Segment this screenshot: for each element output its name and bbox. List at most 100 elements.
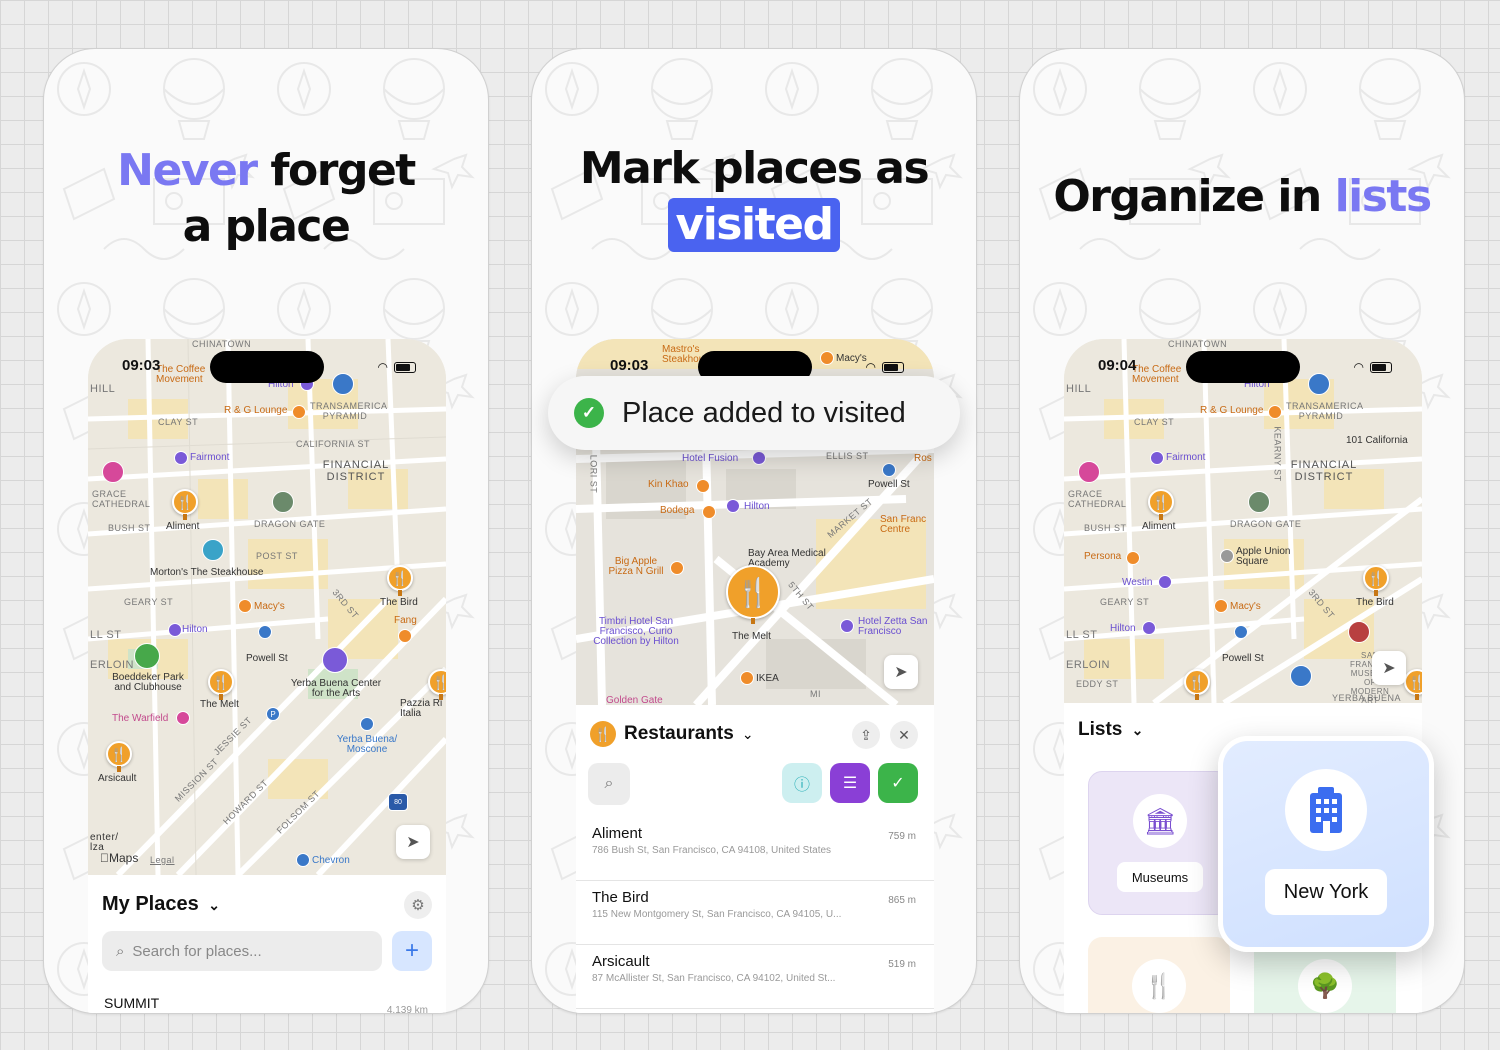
persona-dot[interactable] [1126, 551, 1140, 565]
hotel-fusion-dot[interactable] [752, 451, 766, 465]
map-label-fairmont: Fairmont [190, 452, 230, 463]
fork-knife-icon: 🍴 [1132, 959, 1186, 1013]
list-filter-button[interactable]: ☰ [830, 763, 870, 803]
status-icons: ◠ [1354, 360, 1392, 374]
macys-dot[interactable] [238, 599, 252, 613]
restaurant-pin-the-bird[interactable]: 🍴 [1363, 565, 1389, 596]
map-label-geary-st: GEARY ST [1100, 597, 1150, 607]
list-item[interactable]: Aliment 786 Bush St, San Francisco, CA 9… [576, 817, 934, 881]
fork-knife-icon: 🍴 [590, 721, 616, 747]
map-label-grace-cathedral: GRACE CATHEDRAL [92, 489, 151, 509]
map-label-coffee-movement: The Coffee Movement [1132, 364, 1182, 385]
location-arrow-button[interactable]: ➤ [884, 655, 918, 689]
gear-icon[interactable]: ⚙ [404, 891, 432, 919]
restaurant-pin-arsicault[interactable]: 🍴 [106, 741, 132, 772]
legal-link[interactable]: Legal [150, 855, 175, 865]
restaurant-pin-the-melt-selected[interactable]: 🍴 [726, 565, 780, 624]
map-label-the-melt: The Melt [200, 699, 239, 710]
visited-filter-button[interactable]: ✓ [878, 763, 918, 803]
ikea-dot[interactable] [740, 671, 754, 685]
map-label-macys: Macy's [836, 353, 867, 364]
headline-text: forget [270, 145, 416, 196]
place-address: 87 McAllister St, San Francisco, CA 9410… [592, 973, 836, 984]
place-name: The Bird [592, 889, 649, 906]
search-icon[interactable]: ⌕ [588, 763, 630, 805]
rg-lounge-dot[interactable] [292, 405, 306, 419]
map-label-mortons: Morton's The Steakhouse [150, 567, 264, 578]
map-label-transamerica: TRANSAMERICA PYRAMID [1286, 401, 1364, 421]
yerba-center-pin[interactable] [322, 647, 348, 673]
search-input[interactable]: ⌕ Search for places... [102, 931, 382, 971]
big-apple-dot[interactable] [670, 561, 684, 575]
restaurant-pin-the-melt[interactable]: 🍴 [208, 669, 234, 700]
wifi-icon: ◠ [1353, 360, 1364, 374]
westin-dot[interactable] [1158, 575, 1172, 589]
warfield-dot[interactable] [176, 711, 190, 725]
hilton-mid-dot[interactable] [1142, 621, 1156, 635]
pyramid-dot[interactable] [1308, 373, 1330, 395]
location-arrow-button[interactable]: ➤ [1372, 651, 1406, 685]
list-tile-restaurants[interactable]: 🍴 [1088, 937, 1230, 1013]
map-label-financial-district: FINANCIAL DISTRICT [322, 459, 390, 483]
lists-title[interactable]: Lists ⌄ [1078, 719, 1143, 741]
list-tile-new-york[interactable]: New York [1218, 736, 1434, 952]
map-label-aliment: Aliment [166, 521, 200, 532]
sheet-title[interactable]: My Places ⌄ [102, 893, 220, 916]
chevron-dot[interactable] [296, 853, 310, 867]
share-icon[interactable]: ⇪ [852, 721, 880, 749]
list-item[interactable]: Arsicault 87 McAllister St, San Francisc… [576, 945, 934, 1009]
parking-dot[interactable]: P [266, 707, 280, 721]
sfmoma-pin[interactable] [1348, 621, 1370, 643]
list-selector[interactable]: 🍴 Restaurants ⌄ [590, 721, 754, 747]
kin-khao-dot[interactable] [696, 479, 710, 493]
place-distance: 865 m [888, 895, 916, 906]
chevron-down-icon: ⌄ [208, 897, 221, 913]
pyramid-dot[interactable] [332, 373, 354, 395]
powell-station-dot[interactable] [1234, 625, 1248, 639]
fairmont-dot[interactable] [174, 451, 188, 465]
map-label-post-st: POST ST [256, 551, 298, 561]
list-item[interactable]: The Bird 115 New Montgomery St, San Fran… [576, 881, 934, 945]
grace-cathedral-dot[interactable] [1078, 461, 1100, 483]
dragon-gate-dot[interactable] [272, 491, 294, 513]
moscone-station-dot[interactable] [360, 717, 374, 731]
apple-store-dot[interactable] [1220, 549, 1234, 563]
list-tile-label: Museums [1117, 862, 1203, 892]
macys-dot[interactable] [820, 351, 834, 365]
dragon-gate-dot[interactable] [1248, 491, 1270, 513]
station-pin[interactable] [1290, 665, 1312, 687]
fairmont-dot[interactable] [1150, 451, 1164, 465]
map-view[interactable]: 09:03 ◠ CHINATOWN HILL The Coffee Moveme… [88, 339, 446, 875]
restaurant-pin-aliment[interactable]: 🍴 [1148, 489, 1174, 520]
map-label-ros: Ros [914, 453, 932, 464]
park-pin[interactable] [134, 643, 160, 669]
powell-station-dot[interactable] [258, 625, 272, 639]
hilton-mid-dot[interactable] [168, 623, 182, 637]
status-time: 09:03 [122, 357, 161, 374]
map-label-eddy-st: EDDY ST [1076, 679, 1119, 689]
powell-station-dot[interactable] [882, 463, 896, 477]
status-icons: ◠ [378, 360, 416, 374]
restaurant-pin-the-bird[interactable]: 🍴 [387, 565, 413, 596]
map-label-hilton-mid: Hilton [1110, 623, 1136, 634]
map-view[interactable]: 09:04 ◠ CHINATOWN HILL The Coffee Moveme… [1064, 339, 1422, 703]
restaurant-pin-aliment[interactable]: 🍴 [172, 489, 198, 520]
info-filter-button[interactable]: ⓘ [782, 763, 822, 803]
grace-cathedral-dot[interactable] [102, 461, 124, 483]
fang-dot[interactable] [398, 629, 412, 643]
hilton-dot[interactable] [726, 499, 740, 513]
place-name-summit[interactable]: SUMMIT [104, 995, 159, 1011]
list-tile-museums[interactable]: 🏛 Museums [1088, 771, 1230, 915]
close-icon[interactable]: ✕ [890, 721, 918, 749]
rg-lounge-dot[interactable] [1268, 405, 1282, 419]
map-label-arsicault: Arsicault [98, 773, 137, 784]
location-arrow-button[interactable]: ➤ [396, 825, 430, 859]
bodega-dot[interactable] [702, 505, 716, 519]
add-place-button[interactable]: + [392, 931, 432, 971]
hotel-zetta-dot[interactable] [840, 619, 854, 633]
macys-dot[interactable] [1214, 599, 1228, 613]
mortons-pin[interactable] [202, 539, 224, 561]
map-label-golden-gate: Golden Gate [606, 695, 663, 705]
restaurant-pin[interactable]: 🍴 [1184, 669, 1210, 700]
map-label-powell-st: Powell St [868, 479, 910, 490]
